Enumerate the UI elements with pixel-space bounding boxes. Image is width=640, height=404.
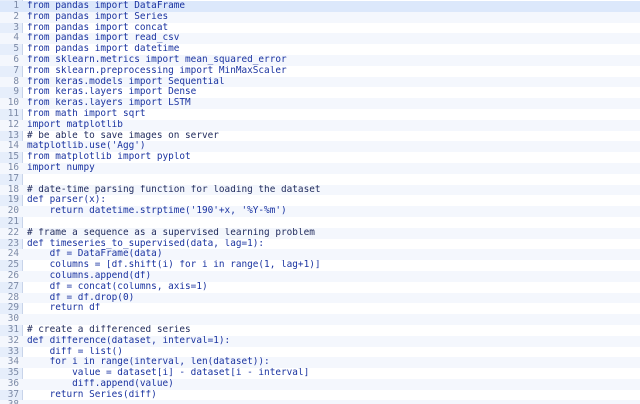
code-line[interactable]: 35 value = dataset[i] - dataset[i - inte…: [0, 367, 640, 379]
code-text[interactable]: import matplotlib: [22, 120, 640, 131]
code-text[interactable]: # create a differenced series: [22, 325, 640, 336]
code-line[interactable]: 30: [0, 313, 640, 325]
code-lines: 1 from pandas import DataFrame 2 from panda…: [0, 0, 640, 404]
code-line[interactable]: 21: [0, 216, 640, 228]
line-number: 12: [7, 118, 19, 130]
code-text[interactable]: diff.append(value): [22, 379, 640, 390]
code-text[interactable]: [22, 174, 640, 185]
code-line[interactable]: 38: [0, 400, 640, 404]
code-text[interactable]: from math import sqrt: [22, 109, 640, 120]
code-line[interactable]: 2 from pandas import Series: [0, 10, 640, 23]
code-line[interactable]: 20 return datetime.strptime('190'+x, '%Y…: [0, 205, 640, 217]
code-line[interactable]: 31 # create a differenced series: [0, 324, 640, 336]
code-line[interactable]: 37 return Series(diff): [0, 389, 640, 401]
code-line[interactable]: 18 # date-time parsing function for loadi…: [0, 184, 640, 196]
code-text[interactable]: [22, 400, 640, 404]
line-number: 17: [7, 172, 19, 184]
code-text[interactable]: df = DataFrame(data): [22, 249, 640, 260]
code-text[interactable]: for i in range(interval, len(dataset)):: [22, 357, 640, 368]
code-text[interactable]: from keras.layers import LSTM: [22, 98, 640, 109]
line-number: 7: [13, 64, 19, 76]
code-line[interactable]: 24 df = DataFrame(data): [0, 249, 640, 261]
code-text[interactable]: from matplotlib import pyplot: [22, 152, 640, 163]
line-number: 38: [0, 400, 22, 404]
code-editor[interactable]: 1 from pandas import DataFrame 2 from panda…: [0, 0, 640, 404]
code-line[interactable]: 13 # be able to save images on server: [0, 130, 640, 142]
code-line[interactable]: 22 # frame a sequence as a supervised lea…: [0, 226, 640, 239]
code-line[interactable]: 26 columns.append(df): [0, 270, 640, 282]
code-line[interactable]: 5 from pandas import datetime: [0, 43, 640, 55]
code-line[interactable]: 8 from keras.models import Sequential: [0, 76, 640, 88]
code-line[interactable]: 17: [0, 172, 640, 185]
code-text[interactable]: # be able to save images on server: [22, 131, 640, 142]
code-line[interactable]: 36 diff.append(value): [0, 378, 640, 390]
code-line[interactable]: 7 from sklearn.preprocessing import MinMa…: [0, 64, 640, 77]
code-text[interactable]: from pandas import datetime: [22, 44, 640, 55]
code-line[interactable]: 4 from pandas import read_csv: [0, 33, 640, 45]
code-line[interactable]: 27 df = concat(columns, axis=1): [0, 280, 640, 293]
code-line[interactable]: 11 from math import sqrt: [0, 108, 640, 120]
line-number: 32: [7, 334, 19, 346]
code-line[interactable]: 3 from pandas import concat: [0, 22, 640, 34]
code-text[interactable]: from pandas import Series: [22, 12, 640, 23]
code-text[interactable]: # frame a sequence as a supervised learn…: [22, 228, 640, 239]
code-text[interactable]: import numpy: [22, 163, 640, 174]
code-text[interactable]: value = dataset[i] - dataset[i - interva…: [22, 368, 640, 379]
code-text[interactable]: matplotlib.use('Agg'): [22, 141, 640, 152]
code-line[interactable]: 23 def timeseries_to_supervised(data, lag…: [0, 238, 640, 250]
code-line[interactable]: 12 import matplotlib: [0, 118, 640, 131]
code-text[interactable]: return Series(diff): [22, 390, 640, 401]
code-line[interactable]: 25 columns = [df.shift(i) for i in range…: [0, 259, 640, 271]
code-line[interactable]: 28 df = df.drop(0): [0, 292, 640, 304]
code-text[interactable]: df = df.drop(0): [22, 293, 640, 304]
line-number: 27: [7, 280, 19, 292]
code-text[interactable]: def difference(dataset, interval=1):: [22, 336, 640, 347]
code-line[interactable]: 14 matplotlib.use('Agg'): [0, 141, 640, 153]
code-text[interactable]: from sklearn.metrics import mean_squared…: [22, 55, 640, 66]
code-line[interactable]: 15 from matplotlib import pyplot: [0, 151, 640, 163]
code-text[interactable]: from pandas import concat: [22, 23, 640, 34]
code-line[interactable]: 32 def difference(dataset, interval=1):: [0, 334, 640, 347]
code-line[interactable]: 10 from keras.layers import LSTM: [0, 97, 640, 109]
code-text[interactable]: from keras.layers import Dense: [22, 87, 640, 98]
code-line[interactable]: 19 def parser(x):: [0, 195, 640, 206]
code-text[interactable]: from pandas import DataFrame: [22, 1, 640, 12]
code-line[interactable]: 16 import numpy: [0, 162, 640, 174]
code-text[interactable]: diff = list(): [22, 347, 640, 358]
code-text[interactable]: [22, 217, 640, 228]
code-text[interactable]: columns = [df.shift(i) for i in range(1,…: [22, 260, 640, 271]
code-text[interactable]: return df: [22, 303, 640, 314]
line-number: 2: [13, 10, 19, 22]
code-line[interactable]: 29 return df: [0, 303, 640, 314]
code-line[interactable]: 1 from pandas import DataFrame: [0, 0, 640, 12]
code-text[interactable]: df = concat(columns, axis=1): [22, 282, 640, 293]
line-number: 22: [7, 226, 19, 238]
code-text[interactable]: def timeseries_to_supervised(data, lag=1…: [22, 239, 640, 250]
code-text[interactable]: from sklearn.preprocessing import MinMax…: [22, 66, 640, 77]
code-text[interactable]: def parser(x):: [22, 195, 640, 206]
code-line[interactable]: 34 for i in range(interval, len(dataset)…: [0, 356, 640, 369]
code-text[interactable]: return datetime.strptime('190'+x, '%Y-%m…: [22, 206, 640, 217]
code-text[interactable]: [22, 314, 640, 325]
code-line[interactable]: 9 from keras.layers import Dense: [0, 87, 640, 98]
code-text[interactable]: columns.append(df): [22, 271, 640, 282]
code-line[interactable]: 33 diff = list(): [0, 346, 640, 358]
code-text[interactable]: from pandas import read_csv: [22, 33, 640, 44]
code-line[interactable]: 6 from sklearn.metrics import mean_square…: [0, 54, 640, 66]
code-text[interactable]: from keras.models import Sequential: [22, 77, 640, 88]
code-text[interactable]: # date-time parsing function for loading…: [22, 185, 640, 196]
